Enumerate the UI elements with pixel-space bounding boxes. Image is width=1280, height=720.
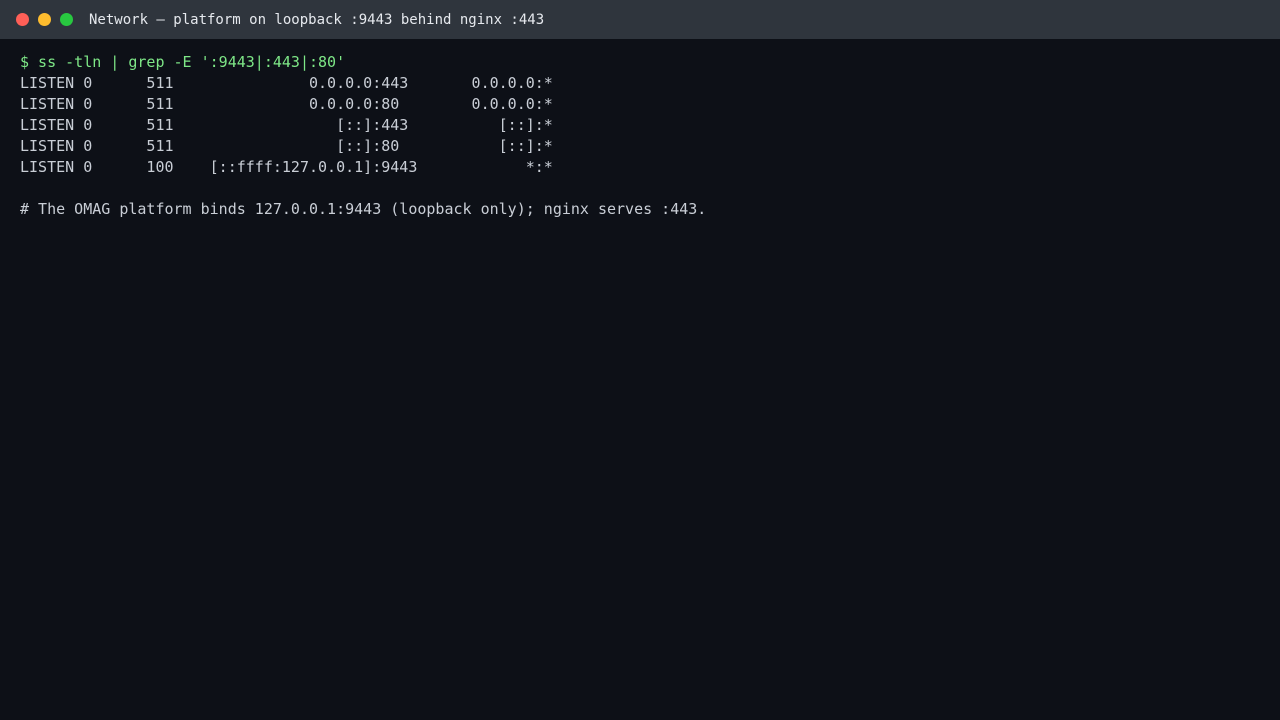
terminal-window: Network — platform on loopback :9443 beh… xyxy=(0,0,1280,720)
title-bar[interactable]: Network — platform on loopback :9443 beh… xyxy=(0,0,1280,39)
comment-line: # The OMAG platform binds 127.0.0.1:9443… xyxy=(20,200,707,218)
output-line: LISTEN 0 511 [::]:443 [::]:* xyxy=(20,116,553,134)
close-window-icon[interactable] xyxy=(16,13,29,26)
output-line: LISTEN 0 511 0.0.0.0:80 0.0.0.0:* xyxy=(20,95,553,113)
maximize-window-icon[interactable] xyxy=(60,13,73,26)
command-line: $ ss -tln | grep -E ':9443|:443|:80' xyxy=(20,53,346,71)
output-line: LISTEN 0 511 0.0.0.0:443 0.0.0.0:* xyxy=(20,74,553,92)
output-line: LISTEN 0 100 [::ffff:127.0.0.1]:9443 *:* xyxy=(20,158,553,176)
terminal-output[interactable]: $ ss -tln | grep -E ':9443|:443|:80' LIS… xyxy=(0,39,1280,220)
minimize-window-icon[interactable] xyxy=(38,13,51,26)
window-title: Network — platform on loopback :9443 beh… xyxy=(89,11,545,28)
output-line: LISTEN 0 511 [::]:80 [::]:* xyxy=(20,137,553,155)
window-controls xyxy=(16,13,89,26)
